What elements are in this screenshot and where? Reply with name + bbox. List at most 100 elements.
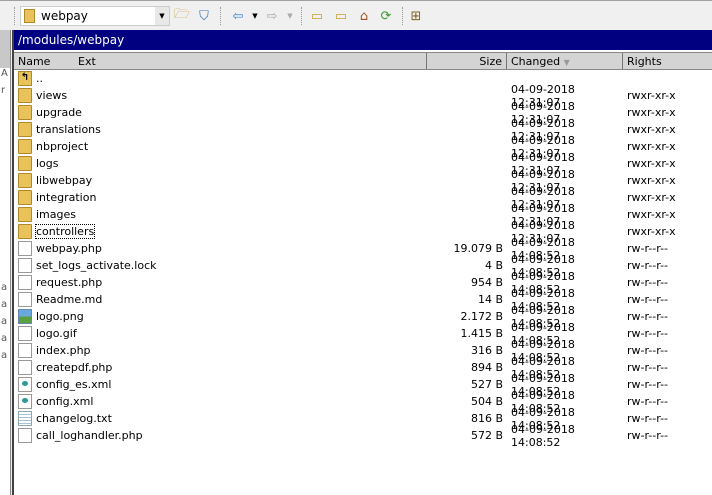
open-folder-icon[interactable]: 🗁 xyxy=(173,7,191,25)
file-name: request.php xyxy=(36,276,103,289)
file-name: Readme.md xyxy=(36,293,103,306)
file-icon xyxy=(18,258,32,273)
other-panel-fragment: r xyxy=(1,85,6,96)
toolbar: webpay ▼ 🗁 ⛉ ⇦ ▼ ⇨ ▼ ▭ ▭ ⌂ ⟳ ⊞ xyxy=(0,0,712,30)
file-icon xyxy=(18,343,32,358)
file-rights: rw-r--r-- xyxy=(627,293,669,306)
file-name-cell: request.php xyxy=(14,275,427,290)
file-name-cell: createpdf.php xyxy=(14,360,427,375)
column-rights[interactable]: Rights xyxy=(623,53,712,69)
other-panel-fragment: a xyxy=(1,299,8,310)
back-dropdown-icon[interactable]: ▼ xyxy=(246,7,264,25)
file-name: nbproject xyxy=(36,140,89,153)
forward-dropdown-icon[interactable]: ▼ xyxy=(281,7,299,25)
file-name-cell: views xyxy=(14,88,427,103)
file-name: changelog.txt xyxy=(36,412,112,425)
file-rights: rwxr-xr-x xyxy=(627,123,676,136)
tree-icon[interactable]: ⊞ xyxy=(407,7,425,25)
file-rights: rw-r--r-- xyxy=(627,276,669,289)
chevron-down-icon[interactable]: ▼ xyxy=(155,7,169,25)
file-name-cell: logs xyxy=(14,156,427,171)
file-icon xyxy=(18,360,32,375)
file-name-cell: libwebpay xyxy=(14,173,427,188)
home-icon[interactable]: ⌂ xyxy=(355,7,373,25)
folder-icon xyxy=(18,139,32,154)
file-name: config_es.xml xyxy=(36,378,112,391)
file-size: 572 B xyxy=(470,429,503,442)
file-name-cell: logo.png xyxy=(14,309,427,324)
file-rights: rw-r--r-- xyxy=(627,242,669,255)
column-ext[interactable]: Ext xyxy=(78,55,96,69)
file-name: translations xyxy=(36,123,101,136)
refresh-icon[interactable]: ⟳ xyxy=(377,7,395,25)
file-name: set_logs_activate.lock xyxy=(36,259,157,272)
file-size: 816 B xyxy=(470,412,503,425)
text-icon xyxy=(18,411,32,426)
sort-descending-icon: ▼ xyxy=(563,58,570,67)
file-name-cell: changelog.txt xyxy=(14,411,427,426)
xml-icon xyxy=(18,377,32,392)
file-rights: rw-r--r-- xyxy=(627,361,669,374)
file-name: views xyxy=(36,89,68,102)
root-directory-icon[interactable]: ▭ xyxy=(332,7,350,25)
file-name-cell: nbproject xyxy=(14,139,427,154)
remote-file-panel: /modules/webpay Name Ext Size Changed ▼ … xyxy=(12,30,712,495)
file-name-cell: images xyxy=(14,207,427,222)
file-rights: rw-r--r-- xyxy=(627,344,669,357)
file-icon xyxy=(18,241,32,256)
file-name-cell: integration xyxy=(14,190,427,205)
file-name: call_loghandler.php xyxy=(36,429,143,442)
other-panel-fragment: a xyxy=(1,316,8,327)
file-name-cell: logo.gif xyxy=(14,326,427,341)
file-row[interactable]: call_loghandler.php 572 B 04-09-2018 14:08… xyxy=(14,423,712,449)
folder-icon xyxy=(18,207,32,222)
file-size: 954 B xyxy=(470,276,503,289)
file-rights: rw-r--r-- xyxy=(627,327,669,340)
file-rights: rw-r--r-- xyxy=(627,310,669,323)
back-arrow-icon[interactable]: ⇦ xyxy=(229,7,247,25)
folder-icon xyxy=(18,122,32,137)
file-name: controllers xyxy=(34,224,96,239)
file-size: 4 B xyxy=(484,259,503,272)
forward-arrow-icon[interactable]: ⇨ xyxy=(263,7,281,25)
file-size: 527 B xyxy=(470,378,503,391)
other-panel-fragment: A xyxy=(1,68,8,79)
parent-directory-icon[interactable]: ▭ xyxy=(308,7,326,25)
file-rights: rw-r--r-- xyxy=(627,259,669,272)
file-changed: 04-09-2018 14:08:52 xyxy=(511,422,575,449)
location-value: webpay xyxy=(41,9,88,23)
file-name: integration xyxy=(36,191,97,204)
file-size: 2.172 B xyxy=(460,310,503,323)
folder-icon xyxy=(18,105,32,120)
file-icon xyxy=(18,292,32,307)
up-icon: ↰ xyxy=(18,71,32,86)
toolbar-grip[interactable] xyxy=(14,7,17,25)
other-panel-edge: Araaaaa xyxy=(0,30,11,495)
filter-icon[interactable]: ⛉ xyxy=(195,7,213,25)
file-name: logs xyxy=(36,157,59,170)
file-name-cell: call_loghandler.php xyxy=(14,428,427,443)
other-panel-fragment: a xyxy=(1,350,8,361)
file-rights: rwxr-xr-x xyxy=(627,225,676,238)
current-path: /modules/webpay xyxy=(14,30,712,50)
file-size: 1.415 B xyxy=(460,327,503,340)
file-rights: rw-r--r-- xyxy=(627,378,669,391)
file-name: webpay.php xyxy=(36,242,102,255)
file-rights: rw-r--r-- xyxy=(627,395,669,408)
column-size[interactable]: Size xyxy=(427,53,507,69)
file-name: libwebpay xyxy=(36,174,93,187)
file-size: 894 B xyxy=(470,361,503,374)
file-name: config.xml xyxy=(36,395,94,408)
file-name: images xyxy=(36,208,76,221)
column-name[interactable]: Name Ext xyxy=(14,53,427,69)
file-name: logo.gif xyxy=(36,327,77,340)
column-changed[interactable]: Changed ▼ xyxy=(507,53,623,69)
location-combo[interactable]: webpay ▼ xyxy=(20,6,170,26)
file-name-cell: webpay.php xyxy=(14,241,427,256)
xml-icon xyxy=(18,394,32,409)
file-name-cell: config_es.xml xyxy=(14,377,427,392)
file-name-cell: controllers xyxy=(14,224,427,239)
file-size: 14 B xyxy=(477,293,503,306)
column-name-label: Name xyxy=(18,55,51,68)
file-rights: rwxr-xr-x xyxy=(627,106,676,119)
